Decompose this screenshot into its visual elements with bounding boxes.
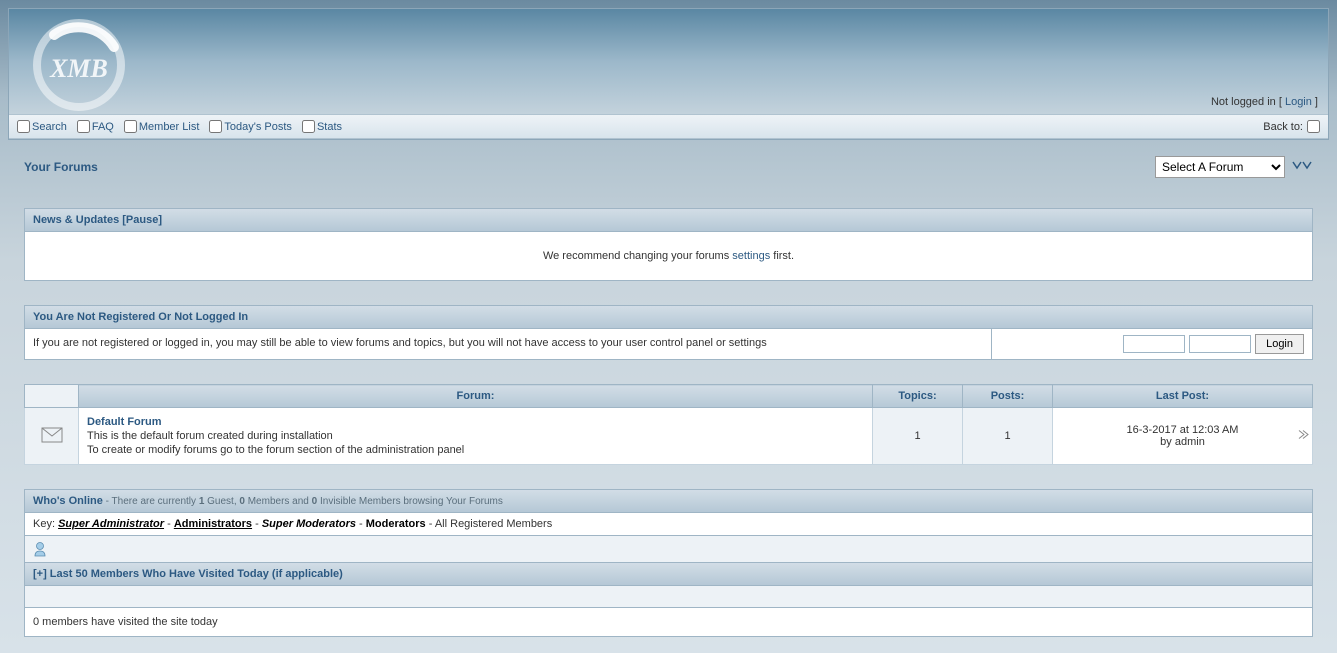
forum-name-link[interactable]: Default Forum: [87, 416, 864, 428]
last-post-date: 16-3-2017 at 12:03 AM: [1061, 424, 1304, 436]
whos-online-panel: Who's Online - There are currently 1 Gue…: [24, 489, 1313, 637]
nav-search-checkbox[interactable]: [17, 120, 30, 133]
login-button[interactable]: Login: [1255, 334, 1304, 354]
user-key-row: Key: Super Administrator - Administrator…: [25, 513, 1312, 536]
key-super-mod: Super Moderators: [262, 518, 356, 530]
nav-todays-posts[interactable]: Today's Posts: [209, 120, 292, 133]
nav-stats-checkbox[interactable]: [302, 120, 315, 133]
key-super-admin: Super Administrator: [58, 518, 164, 530]
col-posts: Posts:: [963, 385, 1053, 408]
nav-member-list[interactable]: Member List: [124, 120, 200, 133]
nav-search[interactable]: Search: [17, 120, 67, 133]
col-lastpost: Last Post:: [1053, 385, 1313, 408]
last50-empty: [25, 586, 1312, 608]
key-admin: Administrators: [174, 518, 252, 530]
online-users-row: [25, 536, 1312, 562]
whos-online-title: Who's Online: [33, 495, 103, 507]
status-prefix: Not logged in [: [1211, 96, 1285, 108]
header-banner: XMB Not logged in [ Login ]: [9, 9, 1328, 114]
navbar: Search FAQ Member List Today's Posts Sta…: [9, 114, 1328, 139]
col-icon: [25, 385, 79, 408]
key-mod: Moderators: [366, 518, 426, 530]
goto-last-icon[interactable]: [1297, 429, 1309, 444]
nav-memberlist-checkbox[interactable]: [124, 120, 137, 133]
xmb-logo: XMB: [24, 17, 134, 115]
login-link[interactable]: Login: [1285, 96, 1312, 108]
login-status: Not logged in [ Login ]: [1211, 96, 1318, 108]
col-topics: Topics:: [873, 385, 963, 408]
news-title: News & Updates: [33, 214, 119, 226]
col-forum: Forum:: [79, 385, 873, 408]
last50-title: Last 50 Members Who Have Visited Today (…: [47, 568, 343, 580]
login-panel: You Are Not Registered Or Not Logged In …: [24, 305, 1313, 360]
username-input[interactable]: [1123, 335, 1185, 353]
status-suffix: ]: [1312, 96, 1318, 108]
settings-link[interactable]: settings: [732, 250, 770, 262]
forum-selector[interactable]: Select A Forum: [1155, 156, 1285, 178]
mail-icon: [41, 434, 63, 446]
last-post-by: by admin: [1061, 436, 1304, 448]
nav-stats[interactable]: Stats: [302, 120, 342, 133]
news-msg-pre: We recommend changing your forums: [543, 250, 732, 262]
table-row: Default Forum This is the default forum …: [25, 408, 1313, 465]
login-panel-title: You Are Not Registered Or Not Logged In: [25, 306, 1312, 329]
scroll-down-icon[interactable]: [1291, 159, 1313, 175]
nav-todays-checkbox[interactable]: [209, 120, 222, 133]
last50-toggle[interactable]: [+]: [33, 568, 47, 580]
forum-desc1: This is the default forum created during…: [87, 430, 864, 442]
password-input[interactable]: [1189, 335, 1251, 353]
forum-desc2: To create or modify forums go to the for…: [87, 444, 864, 456]
news-pause-link[interactable]: [Pause]: [122, 214, 162, 226]
breadcrumb: Your Forums: [24, 160, 98, 174]
news-msg-post: first.: [770, 250, 794, 262]
topics-count: 1: [873, 408, 963, 465]
user-icon: [33, 543, 47, 555]
nav-faq-checkbox[interactable]: [77, 120, 90, 133]
posts-count: 1: [963, 408, 1053, 465]
login-info-text: If you are not registered or logged in, …: [25, 329, 992, 359]
back-to-label: Back to:: [1263, 121, 1303, 133]
visited-count-row: 0 members have visited the site today: [25, 608, 1312, 636]
svg-text:XMB: XMB: [49, 54, 108, 83]
back-to-checkbox[interactable]: [1307, 120, 1320, 133]
nav-faq[interactable]: FAQ: [77, 120, 114, 133]
news-panel: News & Updates [Pause] We recommend chan…: [24, 208, 1313, 281]
forum-table: Forum: Topics: Posts: Last Post: Default…: [24, 384, 1313, 465]
